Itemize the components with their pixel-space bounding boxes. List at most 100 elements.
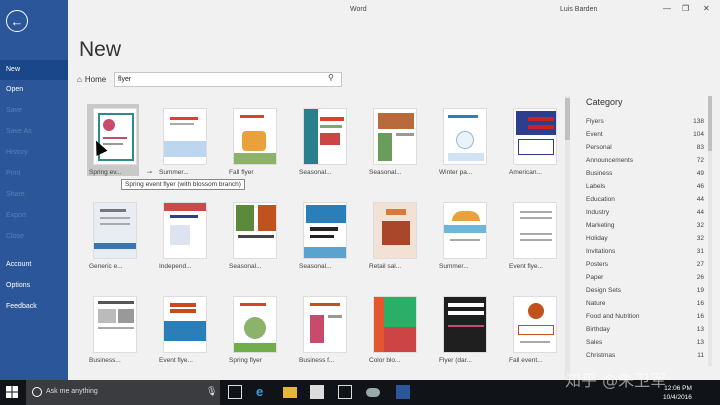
category-count: 13 [696,339,704,346]
sidebar-item-feedback[interactable]: Feedback [0,297,68,317]
category-row[interactable]: Nature 16 [586,300,704,307]
home-link[interactable]: ⌂ Home [77,75,106,84]
category-row[interactable]: Design Sets 19 [586,287,704,294]
category-row[interactable]: Event 104 [586,131,704,138]
category-count: 27 [696,261,704,268]
category-row[interactable]: Industry 44 [586,209,704,216]
word-taskbar-icon[interactable] [396,385,410,399]
category-row[interactable]: Business 49 [586,170,704,177]
template-label: Seasonal... [299,263,332,270]
category-name: Announcements [586,157,633,164]
taskbar-search-placeholder: Ask me anything [46,388,98,395]
template-label: Seasonal... [229,263,262,270]
template-thumbnail [443,202,487,259]
scrollbar-thumb[interactable] [708,96,712,151]
category-row[interactable]: Christmas 11 [586,352,704,359]
category-name: Marketing [586,222,615,229]
category-count: 44 [696,196,704,203]
category-count: 83 [696,144,704,151]
category-row[interactable]: Birthday 13 [586,326,704,333]
category-row[interactable]: Marketing 32 [586,222,704,229]
category-row[interactable]: Labels 46 [586,183,704,190]
search-input[interactable]: flyer [114,72,342,87]
template-label: Seasonal... [369,169,402,176]
category-name: Christmas [586,352,616,359]
category-row[interactable]: Education 44 [586,196,704,203]
category-name: Event [586,131,603,138]
category-name: Invitations [586,248,616,255]
template-thumbnail [513,296,557,353]
back-arrow-icon: ← [10,13,24,29]
template-scrollbar[interactable] [565,96,570,380]
category-count: 104 [693,131,704,138]
sidebar-item-new[interactable]: New [0,60,68,80]
calendar-icon[interactable] [338,385,352,399]
template-label: Flyer (dar... [439,357,472,364]
template-thumbnail [513,108,557,165]
template-label: Spring flyer [229,357,262,364]
category-name: Food and Nutrition [586,313,640,320]
template-label: Color blo... [369,357,401,364]
template-label: Business f... [299,357,335,364]
category-row[interactable]: Posters 27 [586,261,704,268]
back-button[interactable]: ← [6,10,28,32]
sidebar-item-history: History [6,149,28,156]
template-thumbnail [443,108,487,165]
user-name[interactable]: Luis Barden [560,6,597,13]
category-name: Posters [586,261,609,268]
category-row[interactable]: Flyers 138 [586,118,704,125]
category-count: 16 [696,300,704,307]
category-row[interactable]: Food and Nutrition 16 [586,313,704,320]
category-row[interactable]: Invitations 31 [586,248,704,255]
category-name: Industry [586,209,610,216]
template-label: Generic e... [89,263,123,270]
category-count: 32 [696,235,704,242]
template-thumbnail [233,108,277,165]
edge-icon[interactable]: e [256,385,270,399]
onedrive-icon[interactable] [366,388,380,397]
task-view-icon[interactable] [228,385,242,399]
minimize-button[interactable]: — [663,4,671,13]
category-count: 16 [696,313,704,320]
category-row[interactable]: Announcements 72 [586,157,704,164]
sidebar-item-account[interactable]: Account [0,255,68,275]
store-icon[interactable] [310,385,324,399]
sidebar-item-print: Print [6,170,21,177]
template-thumbnail [93,108,137,165]
taskbar-search[interactable]: Ask me anything 🎙 [26,380,220,405]
clock-time: 12:06 PM [664,385,692,392]
template-thumbnail [513,202,557,259]
restore-button[interactable]: ❐ [682,4,689,13]
category-row[interactable]: Paper 26 [586,274,704,281]
category-count: 72 [696,157,704,164]
category-title: Category [586,97,623,107]
template-label: Retail sal... [369,263,402,270]
category-name: Business [586,170,613,177]
template-thumbnail [93,202,137,259]
category-count: 46 [696,183,704,190]
category-name: Sales [586,339,603,346]
home-label: Home [84,75,107,84]
search-icon[interactable]: ⚲ [328,73,334,82]
category-scrollbar[interactable] [708,96,712,366]
template-thumbnail [373,108,417,165]
taskbar-clock[interactable]: 12:06 PM 10/4/2016 [663,384,692,402]
sidebar-item-options[interactable]: Options [0,276,68,296]
template-label: Summer... [439,263,469,270]
category-row[interactable]: Holiday 32 [586,235,704,242]
file-explorer-icon[interactable] [283,387,297,398]
template-thumbnail [233,296,277,353]
scrollbar-thumb[interactable] [565,98,570,140]
category-row[interactable]: Personal 83 [586,144,704,151]
sidebar-item-share: Share [6,191,25,198]
close-button[interactable]: ✕ [703,4,710,13]
watermark: 知乎 @朱卫军 [565,371,667,390]
windows-start-icon[interactable] [6,386,18,398]
pin-icon[interactable]: ⊸ [147,169,152,176]
category-count: 13 [696,326,704,333]
microphone-icon[interactable]: 🎙 [206,386,217,397]
cortana-icon [32,387,42,397]
sidebar-item-open[interactable]: Open [0,80,68,100]
template-label: Event flye... [509,263,543,270]
category-row[interactable]: Sales 13 [586,339,704,346]
